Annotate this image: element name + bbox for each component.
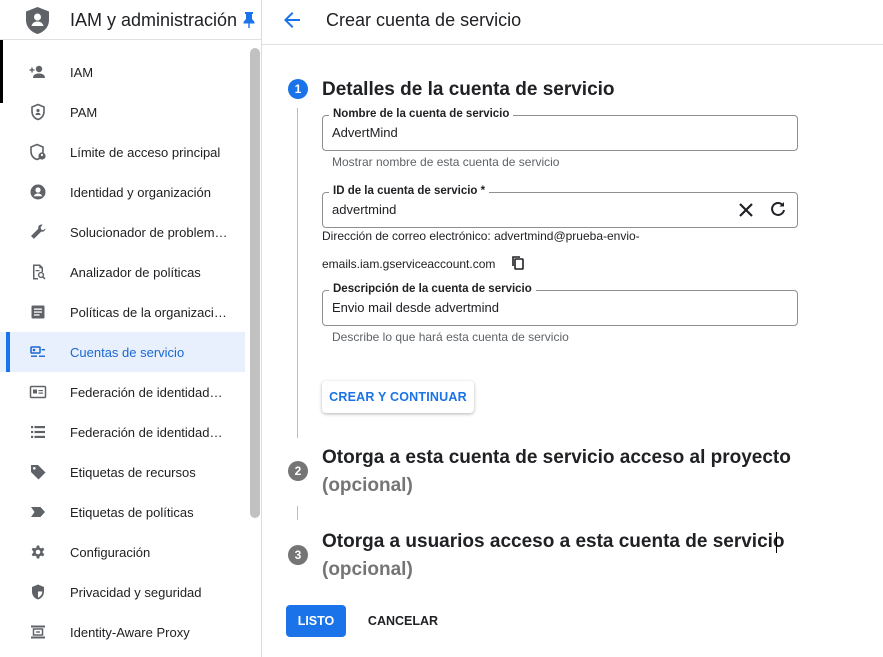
step-2-subtitle: (opcional) [322,475,413,496]
sidebar-item-workload-identity-federation[interactable]: Federación de identidades de carga de tr… [0,372,245,412]
wrench-icon [31,224,46,239]
sidebar-item-identity-aware-proxy[interactable]: Identity-Aware Proxy [0,612,245,652]
refresh-icon[interactable] [768,200,788,220]
step-1-number: 1 [288,79,308,99]
sidebar-item-label: Cuentas de servicio [70,345,185,360]
sidebar-item-iam[interactable]: IAM [0,52,245,92]
pin-icon[interactable] [242,11,256,29]
step-3-number: 3 [288,545,308,565]
field-label: ID de la cuenta de servicio * [329,185,490,197]
service-account-id-input[interactable] [332,202,712,217]
step-2-number: 2 [288,461,308,481]
sidebar-header: IAM y administración [0,0,262,40]
service-account-name-field[interactable]: Nombre de la cuenta de servicio [322,108,798,151]
sidebar-item-label: Configuración [70,545,151,560]
iam-shield-logo-icon [26,7,49,34]
field-label: Descripción de la cuenta de servicio [329,283,536,295]
service-account-description-input[interactable] [332,300,712,315]
sidebar-item-label: Federación de identidades de personal [70,425,228,440]
document-search-icon [33,264,46,280]
email-address-text: Dirección de correo electrónico: advertm… [322,229,640,243]
done-button[interactable]: LISTO [286,605,346,637]
back-arrow-icon[interactable] [280,8,304,32]
service-account-description-field[interactable]: Descripción de la cuenta de servicio [322,283,798,326]
sidebar-scrollbar[interactable] [250,48,260,518]
sidebar-item-label: Solucionador de problemas de políticas [70,225,228,240]
name-hint: Mostrar nombre de esta cuenta de servici… [332,155,560,169]
sidebar-item-policy-tags[interactable]: Etiquetas de políticas [0,492,245,532]
text-cursor [776,532,777,553]
step-1-title[interactable]: Detalles de la cuenta de servicio [322,79,615,101]
proxy-icon [31,625,45,639]
sidebar-item-label: PAM [70,105,98,120]
sidebar-item-organization-policies[interactable]: Políticas de la organización [0,292,245,332]
create-and-continue-button[interactable]: CREAR Y CONTINUAR [322,381,474,413]
window-edge [0,40,3,103]
sidebar-item-pam[interactable]: PAM [0,92,245,132]
label-icon [31,507,45,517]
clear-icon[interactable] [736,200,756,220]
step-connector [297,108,298,438]
step-2-title[interactable]: Otorga a esta cuenta de servicio acceso … [322,447,791,469]
sidebar-item-label: Políticas de la organización [70,305,228,320]
gear-icon [31,545,45,559]
sidebar-item-label: Analizador de políticas [70,265,201,280]
sidebar-item-label: Identidad y organización [70,185,211,200]
email-address-domain: emails.iam.gserviceaccount.com [322,257,496,271]
page-title: Crear cuenta de servicio [326,10,522,30]
sidebar-item-service-accounts[interactable]: Cuentas de servicio [0,332,245,372]
sidebar-item-resource-tags[interactable]: Etiquetas de recursos [0,452,245,492]
step-3-title[interactable]: Otorga a usuarios acceso a esta cuenta d… [322,531,785,553]
list-icon [31,426,45,438]
shield-person-icon [30,143,46,161]
sidebar-item-settings[interactable]: Configuración [0,532,245,572]
sidebar-item-label: Privacidad y seguridad [70,585,202,600]
sidebar-item-identity-organization[interactable]: Identidad y organización [0,172,245,212]
list-box-icon [31,305,45,319]
sidebar-item-label: IAM [70,65,94,80]
sidebar-item-label: Identity-Aware Proxy [70,625,190,640]
service-account-icon [30,346,45,357]
sidebar-item-policy-troubleshooter[interactable]: Solucionador de problemas de políticas [0,212,245,252]
sidebar: IAM y administración IAM PAM Límite de a… [0,0,262,657]
description-hint: Describe lo que hará esta cuenta de serv… [332,330,569,344]
product-title: IAM y administración [70,10,238,30]
sidebar-item-label: Límite de acceso principal [70,145,221,160]
step-3-subtitle: (opcional) [322,559,413,580]
tag-icon [31,465,46,480]
sidebar-item-label: Etiquetas de recursos [70,465,196,480]
service-account-name-input[interactable] [332,125,712,140]
id-card-icon [29,385,47,399]
cancel-button[interactable]: CANCELAR [362,605,444,637]
sidebar-item-privacy-security[interactable]: Privacidad y seguridad [0,572,245,612]
person-add-icon [29,65,45,78]
service-account-id-field[interactable]: ID de la cuenta de servicio * [322,185,798,228]
sidebar-item-policy-analyzer[interactable]: Analizador de políticas [0,252,245,292]
security-shield-icon [32,584,44,600]
sidebar-item-label: Etiquetas de políticas [70,505,194,520]
sidebar-item-label: Federación de identidades de carga de tr… [70,385,228,400]
step-connector [297,506,298,520]
shield-icon [31,103,45,121]
sidebar-item-workforce-identity-federation[interactable]: Federación de identidades de personal [0,412,245,452]
account-circle-icon [30,184,46,200]
field-label: Nombre de la cuenta de servicio [329,108,514,120]
page-header: Crear cuenta de servicio [262,0,883,45]
copy-icon[interactable] [509,254,527,272]
sidebar-item-principal-access-boundary[interactable]: Límite de acceso principal [0,132,245,172]
